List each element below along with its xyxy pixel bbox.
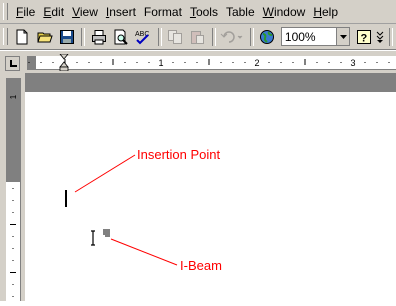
ruler-tick: [328, 62, 330, 63]
ruler-tick: [292, 62, 294, 63]
help-button[interactable]: ?: [353, 26, 374, 48]
zoom-select[interactable]: 100%: [280, 27, 337, 46]
ruler-tick: [100, 62, 102, 63]
menu-edit[interactable]: Edit: [39, 5, 68, 19]
open-folder-icon: [36, 32, 53, 42]
menu-table[interactable]: Table: [222, 5, 259, 19]
spelling-icon: ABC: [135, 31, 150, 44]
ruler-tick: [184, 62, 186, 63]
vertical-ruler-tick: [12, 188, 14, 189]
web-toolbar-icon: [260, 29, 275, 44]
ruler-tick: [244, 62, 246, 63]
menu-insert[interactable]: Insert: [102, 5, 140, 19]
new-document-button[interactable]: [12, 26, 33, 48]
ruler-tick: [316, 62, 318, 63]
save-button[interactable]: [56, 26, 77, 48]
new-document-icon: [16, 29, 28, 44]
ruler-tick: [172, 62, 174, 63]
ruler-tick: [376, 62, 378, 63]
vertical-ruler-tick: [10, 272, 16, 273]
menu-view[interactable]: View: [68, 5, 102, 19]
ruler-tick: [268, 62, 270, 63]
ruler-row: 1 2 3: [0, 51, 396, 73]
menu-format[interactable]: Format: [140, 5, 186, 19]
vertical-ruler-tick: [12, 212, 14, 213]
web-toolbar-button[interactable]: [257, 26, 278, 48]
toolbar-separator: [389, 27, 394, 46]
ruler-tick: [232, 62, 234, 63]
ruler-number-1: 1: [158, 58, 163, 68]
ruler-number-2: 2: [254, 58, 259, 68]
left-tab-icon: [9, 59, 17, 67]
ruler-tick: [220, 62, 222, 63]
ruler-tick: [76, 62, 78, 63]
ruler-tick: [364, 62, 366, 63]
i-beam-pointer-line: [110, 238, 178, 266]
ruler-tick: [88, 62, 90, 63]
tab-stop-selector[interactable]: [5, 56, 20, 71]
vertical-ruler-tick: [10, 224, 16, 225]
copy-button[interactable]: [165, 26, 186, 48]
toolbar-separator: [157, 27, 162, 46]
menu-help[interactable]: Help: [309, 5, 342, 19]
ruler-tick: [280, 62, 282, 63]
ruler-tick: [52, 62, 54, 63]
zoom-value: 100%: [284, 29, 316, 44]
vertical-ruler-number-1: 1: [9, 94, 18, 99]
chevron-down-icon: [339, 34, 347, 39]
print-preview-icon: [114, 29, 128, 45]
insertion-point-label: Insertion Point: [137, 147, 221, 162]
save-icon: [59, 29, 74, 44]
menu-bar-grip[interactable]: [3, 3, 8, 20]
i-beam-cursor-icon: [91, 229, 110, 246]
ruler-tick: [340, 62, 342, 63]
toolbar-separator: [211, 27, 216, 46]
toolbar-options-icon: [376, 31, 384, 43]
open-button[interactable]: [34, 26, 55, 48]
vertical-ruler-tick: [12, 248, 14, 249]
vertical-ruler-tick: [12, 284, 14, 285]
ruler-tick: [124, 62, 126, 63]
vertical-ruler-tick: [12, 236, 14, 237]
undo-icon: [221, 30, 243, 43]
vertical-ruler[interactable]: 1: [4, 78, 24, 301]
insertion-point-pointer-line: [74, 154, 136, 193]
vertical-ruler-tick: [12, 296, 14, 297]
ruler-tick: [28, 62, 30, 63]
ruler-tick: [40, 62, 42, 63]
standard-toolbar: ABC 100% ?: [0, 24, 396, 50]
page-top-margin-band: [25, 73, 396, 92]
ruler-tick: [148, 62, 150, 63]
undo-button[interactable]: [219, 26, 246, 48]
spelling-button[interactable]: ABC: [133, 26, 154, 48]
copy-icon: [168, 29, 183, 44]
print-preview-button[interactable]: [110, 26, 131, 48]
svg-text:?: ?: [360, 32, 367, 44]
zoom-dropdown-button[interactable]: [336, 27, 351, 46]
paste-button[interactable]: [187, 26, 208, 48]
ruler-tick: [196, 62, 198, 63]
vertical-ruler-tick: [12, 260, 14, 261]
vertical-ruler-tick: [12, 200, 14, 201]
i-beam-label: I-Beam: [180, 258, 222, 273]
horizontal-ruler[interactable]: 1 2 3: [27, 54, 396, 71]
menu-bar: File Edit View Insert Format Tools Table…: [0, 0, 396, 24]
toolbar-options-button[interactable]: [376, 26, 386, 48]
help-icon: ?: [356, 29, 371, 44]
ruler-tick: [136, 62, 138, 63]
ruler-tick: [388, 62, 390, 63]
paste-icon: [191, 30, 205, 44]
toolbar-separator: [81, 27, 86, 46]
menu-tools[interactable]: Tools: [186, 5, 222, 19]
print-button[interactable]: [88, 26, 109, 48]
toolbar-separator: [249, 27, 254, 46]
toolbar-grip[interactable]: [3, 28, 8, 45]
menu-window[interactable]: Window: [259, 5, 310, 19]
ruler-number-3: 3: [350, 58, 355, 68]
menu-file[interactable]: File: [12, 5, 39, 19]
print-icon: [91, 29, 106, 44]
